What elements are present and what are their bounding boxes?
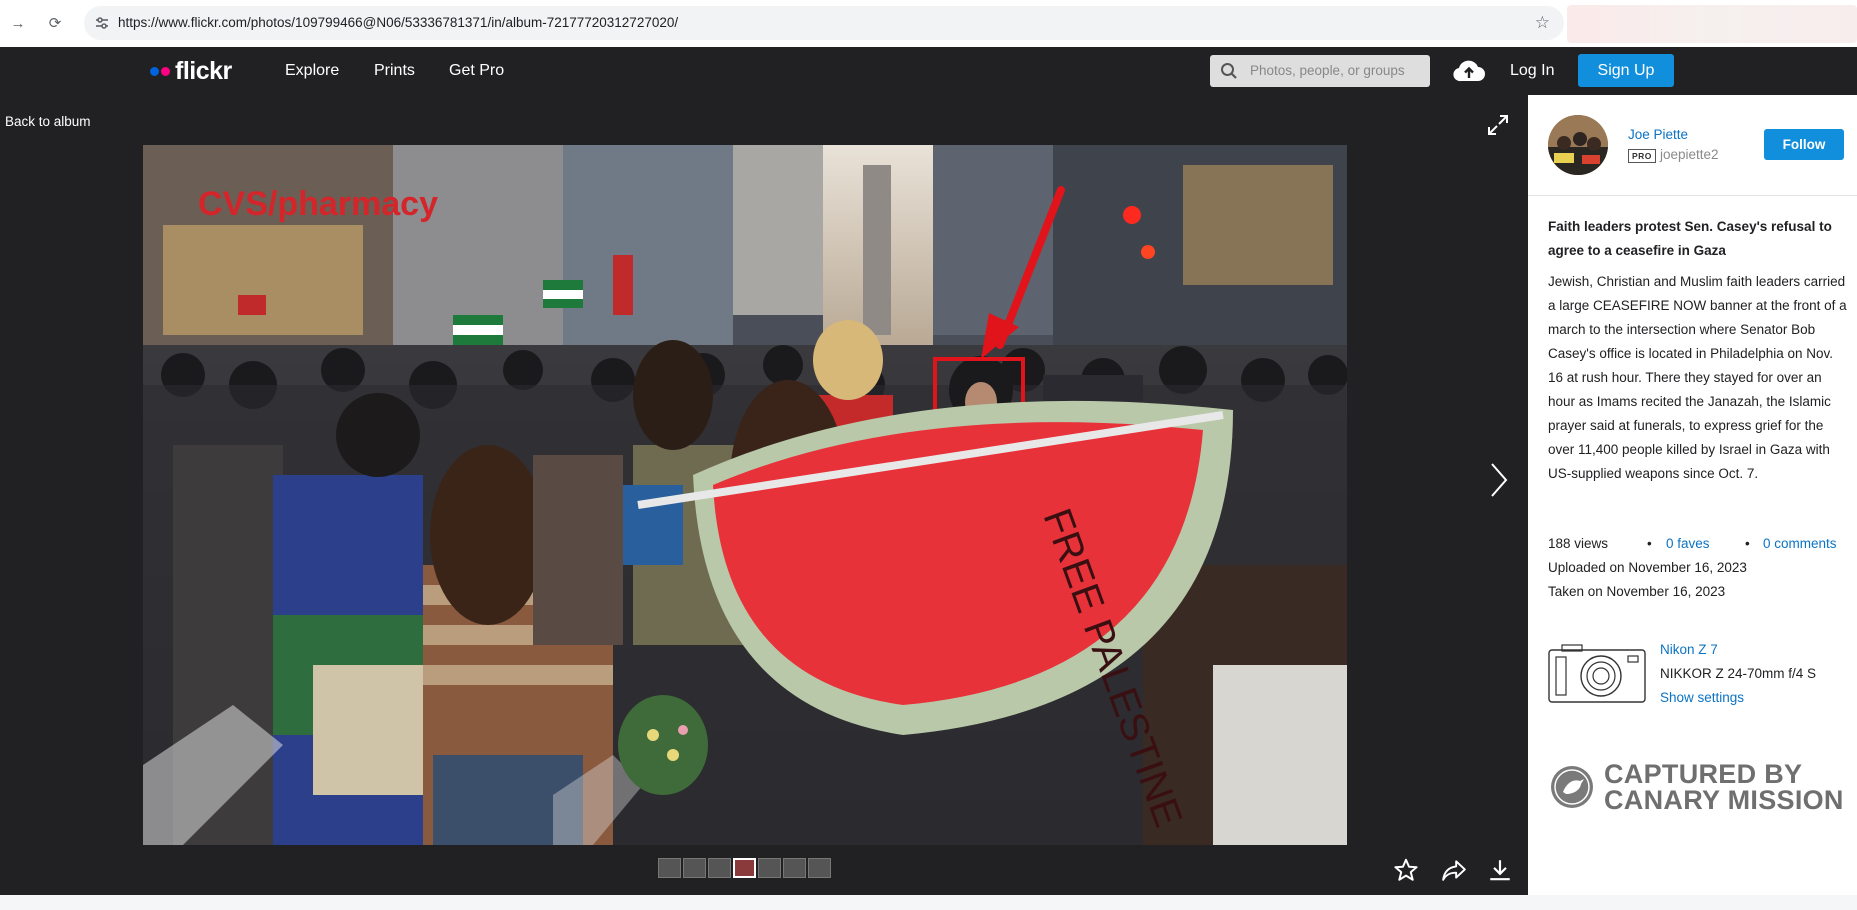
search-placeholder: Photos, people, or groups	[1250, 63, 1405, 78]
next-photo-chevron-icon[interactable]	[1488, 460, 1510, 505]
site-header: flickr Explore Prints Get Pro Photos, pe…	[0, 47, 1857, 95]
camera-icon	[1548, 643, 1646, 708]
comments-link[interactable]: 0 comments	[1763, 536, 1837, 551]
thumbnail[interactable]	[783, 858, 806, 878]
thumbnail[interactable]	[683, 858, 706, 878]
fullscreen-expand-icon[interactable]	[1487, 114, 1509, 141]
forward-icon[interactable]: →	[9, 14, 27, 32]
back-to-album-link[interactable]: Back to album	[5, 114, 91, 129]
photo-info-sidebar: Joe Piette PRO joepiette2 Follow Faith l…	[1528, 95, 1857, 895]
canary-bird-icon	[1550, 765, 1594, 814]
login-link[interactable]: Log In	[1510, 62, 1554, 80]
search-input[interactable]: Photos, people, or groups	[1210, 55, 1430, 87]
thumbnail[interactable]	[758, 858, 781, 878]
logo-blue-dot	[150, 67, 159, 76]
url-text[interactable]: https://www.flickr.com/photos/109799466@…	[118, 15, 678, 30]
watermark-text: CAPTURED BY CANARY MISSION	[1604, 759, 1844, 815]
share-arrow-icon[interactable]	[1441, 857, 1467, 888]
uploaded-date: Uploaded on November 16, 2023	[1548, 560, 1747, 575]
stats-separator: •	[1745, 536, 1750, 551]
owner-username[interactable]: joepiette2	[1660, 147, 1719, 162]
pro-badge: PRO	[1628, 149, 1656, 163]
thumbnail-active[interactable]	[733, 858, 756, 878]
views-count: 188 views	[1548, 536, 1609, 551]
nav-prints[interactable]: Prints	[374, 62, 415, 80]
main-photo[interactable]: CVS/pharmacy FREE PALESTINE	[143, 145, 1347, 845]
thumbnail[interactable]	[658, 858, 681, 878]
camera-model-link[interactable]: Nikon Z 7	[1660, 642, 1718, 657]
faves-link[interactable]: 0 faves	[1666, 536, 1710, 551]
photo-viewer: Back to album CVS/pharmacy FREE PALESTIN…	[0, 95, 1528, 895]
stats-separator: •	[1647, 536, 1652, 551]
logo-pink-dot	[161, 67, 170, 76]
browser-extension-area	[1567, 5, 1857, 43]
camera-lens: NIKKOR Z 24-70mm f/4 S	[1660, 666, 1817, 681]
logo-wordmark: flickr	[175, 57, 232, 85]
bookmark-star-icon[interactable]: ☆	[1535, 13, 1550, 33]
thumbnail[interactable]	[808, 858, 831, 878]
upload-cloud-icon[interactable]	[1452, 57, 1486, 88]
download-icon[interactable]	[1487, 857, 1513, 888]
flickr-logo[interactable]: flickr	[150, 57, 232, 86]
photo-stats: 188 views • 0 faves • 0 comments	[1548, 536, 1837, 551]
thumbnail-strip	[658, 858, 831, 878]
address-bar[interactable]: https://www.flickr.com/photos/109799466@…	[84, 6, 1564, 40]
photo-cvs-sign: CVS/pharmacy	[198, 185, 438, 223]
watermark-line: CAPTURED BY	[1604, 759, 1803, 789]
thumbnail[interactable]	[708, 858, 731, 878]
search-icon	[1220, 62, 1238, 85]
show-settings-link[interactable]: Show settings	[1660, 690, 1744, 705]
photo-description: Jewish, Christian and Muslim faith leade…	[1548, 274, 1847, 481]
signup-button[interactable]: Sign Up	[1578, 54, 1674, 87]
site-settings-icon[interactable]	[94, 15, 110, 36]
browser-toolbar: → ⟳ https://www.flickr.com/photos/109799…	[0, 0, 1857, 47]
owner-name-link[interactable]: Joe Piette	[1628, 127, 1688, 142]
nav-get-pro[interactable]: Get Pro	[449, 62, 504, 80]
nav-explore[interactable]: Explore	[285, 62, 339, 80]
divider	[1528, 195, 1857, 196]
taken-date: Taken on November 16, 2023	[1548, 584, 1726, 599]
reload-icon[interactable]: ⟳	[46, 14, 64, 32]
fave-star-icon[interactable]	[1393, 857, 1419, 888]
follow-button[interactable]: Follow	[1764, 129, 1844, 160]
photo-title: Faith leaders protest Sen. Casey's refus…	[1548, 219, 1832, 258]
watermark-line: CANARY MISSION	[1604, 785, 1844, 815]
avatar[interactable]	[1548, 115, 1608, 175]
